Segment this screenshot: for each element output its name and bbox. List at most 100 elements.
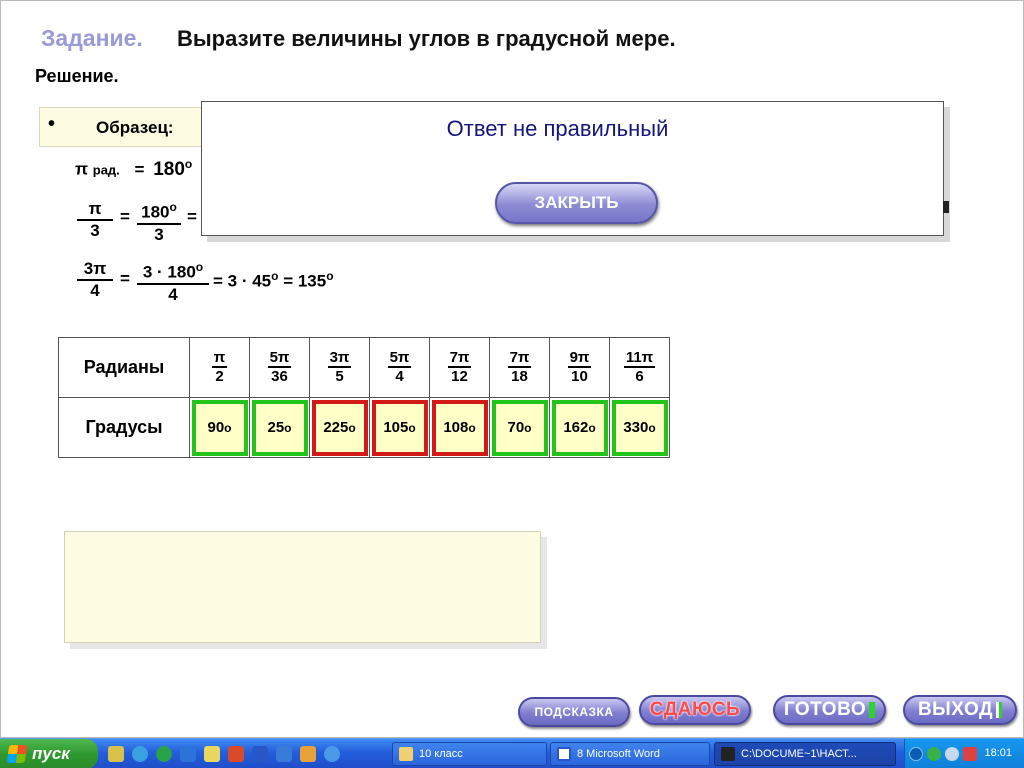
done-button[interactable]: ГОТОВО: [773, 695, 886, 725]
fraction-numerator: π: [211, 349, 228, 368]
taskbar-item-folder[interactable]: 10 класс: [392, 742, 547, 766]
network-icon[interactable]: [324, 746, 340, 762]
fraction-3pi-4: 3π 4: [77, 259, 113, 301]
taskbar-item-word[interactable]: 8 Microsoft Word: [550, 742, 710, 766]
dialog-message: Ответ не правильный: [446, 116, 669, 141]
example-line-3-tail: = 3 · 45o = 135o: [213, 269, 334, 292]
answer-input[interactable]: 330 o: [611, 399, 668, 456]
radian-fraction: 5π 36: [267, 349, 292, 385]
degree-mark: o: [588, 420, 596, 435]
powerpoint-icon[interactable]: [228, 746, 244, 762]
fraction-denominator: 2: [215, 368, 224, 385]
taskbar-item-console[interactable]: C:\DOCUME~1\НАСТ...: [714, 742, 896, 766]
tail-expression: = 3 · 45: [213, 271, 272, 291]
fraction-denominator: 12: [451, 368, 468, 385]
app-icon[interactable]: [300, 746, 316, 762]
radian-cell: 7π 18: [489, 337, 550, 398]
answer-input[interactable]: 25 o: [251, 399, 308, 456]
globe-icon[interactable]: [132, 746, 148, 762]
fraction-denominator: 36: [271, 368, 288, 385]
answer-value: 225: [323, 419, 349, 436]
fraction-numerator: 7π: [447, 349, 472, 368]
radian-fraction: 5π 4: [387, 349, 412, 385]
door-icon: [996, 702, 1003, 718]
slide: Задание. Выразите величины углов в граду…: [0, 0, 1024, 738]
tray-app-icon[interactable]: [927, 747, 941, 761]
rad-unit: рад.: [92, 162, 120, 178]
sample-label: Образец:: [96, 118, 174, 137]
degree-mark: o: [326, 269, 334, 283]
task-label: Задание.: [41, 25, 143, 51]
done-label: ГОТОВО: [783, 699, 867, 720]
fraction-denominator: 4: [168, 284, 178, 304]
row-header-degrees: Градусы: [58, 397, 190, 458]
fraction-numerator: 180o: [137, 197, 181, 225]
degrees-value: 180: [153, 158, 185, 180]
radians-row: Радианы π2 5π 36 3π 5 5π 4 7π 12 7π 18 9π 10 1…: [58, 337, 670, 398]
degree-mark: o: [169, 200, 177, 214]
green-mark-icon: [869, 702, 876, 718]
equals-sign: =: [187, 207, 197, 226]
fraction-denominator: 3: [90, 221, 100, 240]
quicklaunch-icon[interactable]: [108, 746, 124, 762]
fraction-denominator: 4: [90, 281, 100, 300]
language-flag-icon[interactable]: [963, 747, 977, 761]
close-button[interactable]: ЗАКРЫТЬ: [495, 182, 658, 224]
answer-cell: 225 o: [309, 397, 370, 458]
solution-label: Решение.: [35, 66, 119, 86]
start-button[interactable]: пуск: [0, 739, 98, 768]
pi-symbol: π: [75, 159, 89, 179]
task-label: 8 Microsoft Word: [577, 748, 660, 760]
fraction-denominator: 4: [395, 368, 404, 385]
equals-sign: =: [120, 207, 130, 226]
radian-fraction: π2: [211, 349, 228, 385]
radian-cell: 5π 4: [369, 337, 430, 398]
fraction-numerator: 3π: [327, 349, 352, 368]
answer-value: 108: [443, 419, 469, 436]
answer-cell: 162 o: [549, 397, 610, 458]
answer-input[interactable]: 108 o: [431, 399, 488, 456]
hint-button[interactable]: ПОДСКАЗКА: [518, 697, 630, 727]
answer-value: 162: [563, 419, 589, 436]
radian-fraction: 9π 10: [567, 349, 592, 385]
fraction-pi-3: π 3: [77, 199, 113, 241]
answer-input[interactable]: 70 o: [491, 399, 548, 456]
radian-cell: 11π 6: [609, 337, 670, 398]
radian-cell: π2: [189, 337, 250, 398]
radian-cell: 9π 10: [549, 337, 610, 398]
answer-input[interactable]: 162 o: [551, 399, 608, 456]
degree-mark: o: [348, 420, 356, 435]
network-status-icon[interactable]: [945, 747, 959, 761]
fraction-3x180-4: 3 · 180o 4: [137, 257, 209, 305]
media-player-icon[interactable]: [180, 746, 196, 762]
word-icon[interactable]: [252, 746, 268, 762]
give-up-button[interactable]: СДАЮСЬ: [639, 695, 751, 725]
radian-fraction: 7π 12: [447, 349, 472, 385]
bullet-icon: •: [48, 113, 56, 135]
answer-cell: 25 o: [249, 397, 310, 458]
desktop-icon[interactable]: [276, 746, 292, 762]
answer-input[interactable]: 105 o: [371, 399, 428, 456]
dialog-edge: [943, 201, 949, 213]
browser-icon[interactable]: [156, 746, 172, 762]
degree-mark: o: [284, 420, 292, 435]
exit-button[interactable]: ВЫХОД: [903, 695, 1017, 725]
fraction-numerator: 11π: [623, 349, 656, 368]
system-tray: 18:01: [904, 739, 1024, 768]
explorer-icon[interactable]: [204, 746, 220, 762]
fraction-numerator: 5π: [387, 349, 412, 368]
degree-mark: o: [184, 157, 193, 171]
word-icon: [557, 747, 571, 761]
chevron-left-icon[interactable]: [909, 747, 923, 761]
fraction-numerator: 7π: [507, 349, 532, 368]
equals-sign: =: [134, 159, 145, 179]
result-value: = 135: [283, 271, 327, 291]
degree-mark: o: [648, 420, 656, 435]
answer-value: 70: [507, 419, 525, 436]
answer-input[interactable]: 225 o: [311, 399, 368, 456]
answer-input[interactable]: 90 o: [191, 399, 248, 456]
radian-fraction: 3π 5: [327, 349, 352, 385]
answer-cell: 105 o: [369, 397, 430, 458]
degree-mark: o: [271, 269, 279, 283]
degree-mark: o: [408, 420, 416, 435]
